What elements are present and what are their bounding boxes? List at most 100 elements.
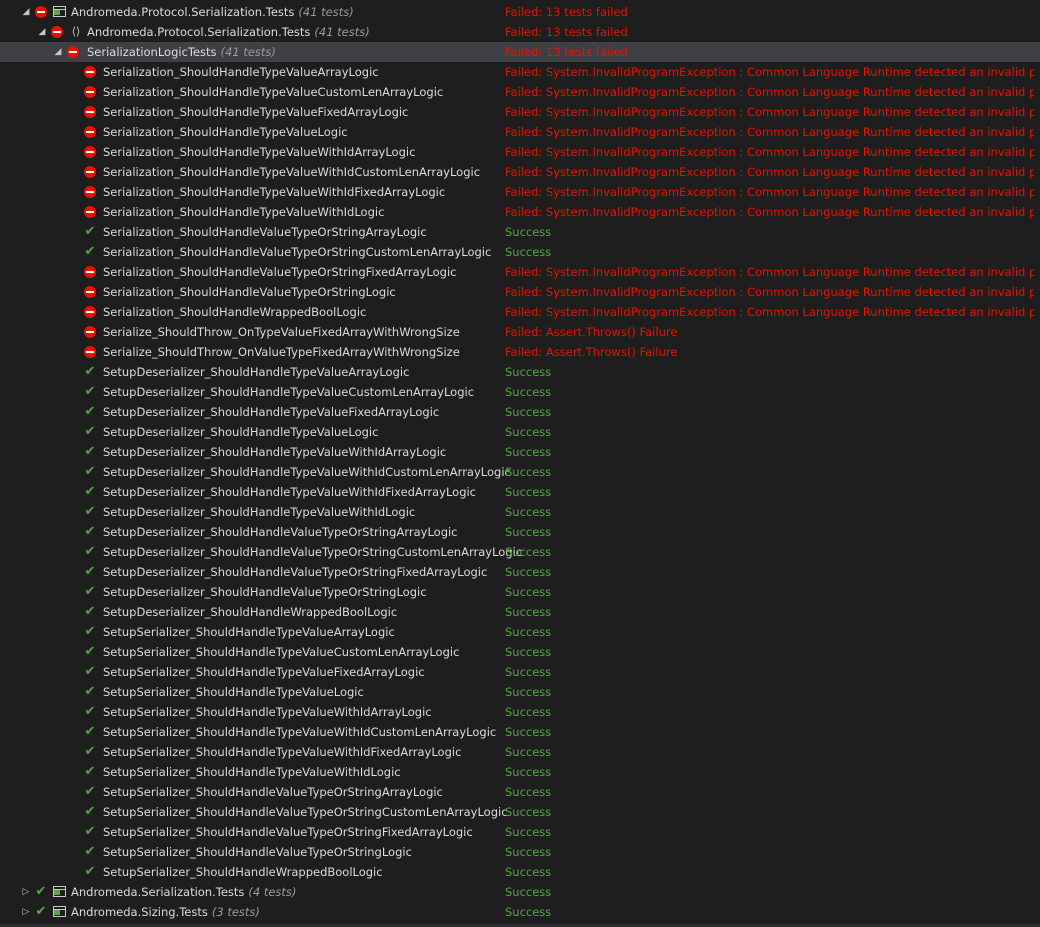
project-icon [53,6,66,18]
test-row[interactable]: Serialization_ShouldHandleTypeValueWithI… [0,202,1040,222]
test-row[interactable]: ✔ SetupSerializer_ShouldHandleTypeValueFi… [0,662,1040,682]
failed-icon [84,346,96,358]
test-row[interactable]: ✔ SetupSerializer_ShouldHandleValueTypeOr… [0,822,1040,842]
test-row[interactable]: Serialization_ShouldHandleTypeValueLogic… [0,122,1040,142]
test-row[interactable]: ✔ SetupDeserializer_ShouldHandleTypeValue… [0,502,1040,522]
success-check-icon: ✔ [35,884,47,899]
expand-arrow-icon[interactable]: ▷ [20,882,32,902]
test-row[interactable]: Serialization_ShouldHandleTypeValueCusto… [0,82,1040,102]
test-row[interactable]: ✔ SetupDeserializer_ShouldHandleWrappedBo… [0,602,1040,622]
test-row[interactable]: ✔ SetupDeserializer_ShouldHandleTypeValue… [0,462,1040,482]
status-message: Failed: 13 tests failed [505,45,628,59]
test-row[interactable]: ✔ SetupSerializer_ShouldHandleTypeValueAr… [0,622,1040,642]
success-check-icon: ✔ [84,584,96,599]
test-result-message: Success [505,705,552,719]
test-row[interactable]: Serialization_ShouldHandleTypeValueFixed… [0,102,1040,122]
collapse-arrow-icon[interactable]: ◢ [20,2,32,22]
test-result-message: Failed: System.InvalidProgramException :… [505,205,1034,219]
test-row[interactable]: ✔ SetupDeserializer_ShouldHandleValueType… [0,522,1040,542]
test-row[interactable]: Serialization_ShouldHandleValueTypeOrStr… [0,282,1040,302]
test-row[interactable]: ✔ Serialization_ShouldHandleValueTypeOrSt… [0,242,1040,262]
test-name: Serialization_ShouldHandleTypeValueArray… [103,65,379,79]
test-name: SetupDeserializer_ShouldHandleTypeValueF… [103,405,440,419]
test-result-message: Success [505,605,552,619]
success-check-icon: ✔ [84,224,96,239]
test-row[interactable]: ✔ SetupDeserializer_ShouldHandleTypeValue… [0,402,1040,422]
success-check-icon: ✔ [84,704,96,719]
test-name: Serialize_ShouldThrow_OnTypeValueFixedAr… [103,325,460,339]
test-name: Serialization_ShouldHandleValueTypeOrStr… [103,265,457,279]
failed-icon [84,86,96,98]
success-check-icon: ✔ [84,504,96,519]
test-row[interactable]: ✔ SetupDeserializer_ShouldHandleValueType… [0,562,1040,582]
status-message: Success [505,905,552,919]
test-row[interactable]: ✔ SetupDeserializer_ShouldHandleTypeValue… [0,422,1040,442]
expand-arrow-icon[interactable]: ▷ [20,902,32,922]
test-row[interactable]: ✔ SetupDeserializer_ShouldHandleValueType… [0,582,1040,602]
test-row[interactable]: Serialization_ShouldHandleTypeValueArray… [0,62,1040,82]
project-icon [53,886,66,898]
success-check-icon: ✔ [84,404,96,419]
test-row[interactable]: ✔ SetupDeserializer_ShouldHandleTypeValue… [0,362,1040,382]
test-result-message: Failed: System.InvalidProgramException :… [505,125,1034,139]
test-row[interactable]: Serialization_ShouldHandleTypeValueWithI… [0,162,1040,182]
test-row[interactable]: Serialize_ShouldThrow_OnTypeValueFixedAr… [0,322,1040,342]
test-result-message: Failed: System.InvalidProgramException :… [505,305,1034,319]
namespace-icon: ⟨⟩ [71,25,81,38]
test-row[interactable]: ✔ Serialization_ShouldHandleValueTypeOrSt… [0,222,1040,242]
test-result-message: Success [505,505,552,519]
test-row[interactable]: Serialization_ShouldHandleTypeValueWithI… [0,142,1040,162]
test-row[interactable]: ✔ SetupSerializer_ShouldHandleTypeValueWi… [0,702,1040,722]
project-row[interactable]: ◢ Andromeda.Protocol.Serialization.Tests… [0,2,1040,22]
test-result-message: Failed: System.InvalidProgramException :… [505,165,1034,179]
test-name: SetupDeserializer_ShouldHandleValueTypeO… [103,545,523,559]
test-row[interactable]: ✔ SetupDeserializer_ShouldHandleValueType… [0,542,1040,562]
test-name: Serialization_ShouldHandleTypeValueWithI… [103,165,481,179]
test-row[interactable]: ✔ SetupDeserializer_ShouldHandleTypeValue… [0,442,1040,462]
project-row[interactable]: ▷ ✔ Andromeda.Serialization.Tests (4 tests)… [0,882,1040,902]
success-check-icon: ✔ [84,444,96,459]
test-result-message: Success [505,365,552,379]
class-row[interactable]: ◢ SerializationLogicTests (41 tests) Fail… [0,42,1040,62]
success-check-icon: ✔ [84,644,96,659]
project-row[interactable]: ▷ ✔ Andromeda.Sizing.Tests (3 tests) Success [0,902,1040,922]
test-result-message: Success [505,525,552,539]
test-row[interactable]: ✔ SetupSerializer_ShouldHandleTypeValueWi… [0,742,1040,762]
test-row[interactable]: ✔ SetupDeserializer_ShouldHandleTypeValue… [0,482,1040,502]
test-row[interactable]: ✔ SetupSerializer_ShouldHandleValueTypeOr… [0,802,1040,822]
failed-icon [84,186,96,198]
test-row[interactable]: ✔ SetupSerializer_ShouldHandleTypeValueLo… [0,682,1040,702]
test-row[interactable]: ✔ SetupSerializer_ShouldHandleValueTypeOr… [0,782,1040,802]
test-result-message: Failed: System.InvalidProgramException :… [505,145,1034,159]
test-row[interactable]: ✔ SetupSerializer_ShouldHandleWrappedBool… [0,862,1040,882]
collapse-arrow-icon[interactable]: ◢ [36,22,48,42]
test-name: SetupSerializer_ShouldHandleTypeValueCus… [103,645,460,659]
test-result-message: Success [505,825,552,839]
test-name: SetupDeserializer_ShouldHandleValueTypeO… [103,565,488,579]
test-row[interactable]: Serialization_ShouldHandleWrappedBoolLog… [0,302,1040,322]
test-result-message: Success [505,865,552,879]
test-count: (3 tests) [211,905,260,919]
test-result-message: Success [505,405,552,419]
test-name: Serialization_ShouldHandleTypeValueWithI… [103,145,416,159]
collapse-arrow-icon[interactable]: ◢ [52,42,64,62]
test-count: (41 tests) [314,25,370,39]
test-row[interactable]: Serialization_ShouldHandleValueTypeOrStr… [0,262,1040,282]
namespace-row[interactable]: ◢ ⟨⟩ Andromeda.Protocol.Serialization.Te… [0,22,1040,42]
test-row[interactable]: ✔ SetupDeserializer_ShouldHandleTypeValue… [0,382,1040,402]
test-row[interactable]: ✔ SetupSerializer_ShouldHandleValueTypeOr… [0,842,1040,862]
failed-icon [84,306,96,318]
test-row[interactable]: ✔ SetupSerializer_ShouldHandleTypeValueCu… [0,642,1040,662]
test-row[interactable]: Serialization_ShouldHandleTypeValueWithI… [0,182,1040,202]
test-name: SetupSerializer_ShouldHandleTypeValueWit… [103,765,401,779]
test-row[interactable]: ✔ SetupSerializer_ShouldHandleTypeValueWi… [0,762,1040,782]
test-name: Serialization_ShouldHandleValueTypeOrStr… [103,285,396,299]
test-result-message: Success [505,585,552,599]
test-name: SetupDeserializer_ShouldHandleTypeValueL… [103,425,379,439]
test-name: SetupSerializer_ShouldHandleTypeValueArr… [103,625,395,639]
test-name: Serialization_ShouldHandleValueTypeOrStr… [103,225,427,239]
test-row[interactable]: Serialize_ShouldThrow_OnValueTypeFixedAr… [0,342,1040,362]
test-name: Serialization_ShouldHandleWrappedBoolLog… [103,305,367,319]
test-name: Serialization_ShouldHandleValueTypeOrStr… [103,245,492,259]
test-row[interactable]: ✔ SetupSerializer_ShouldHandleTypeValueWi… [0,722,1040,742]
